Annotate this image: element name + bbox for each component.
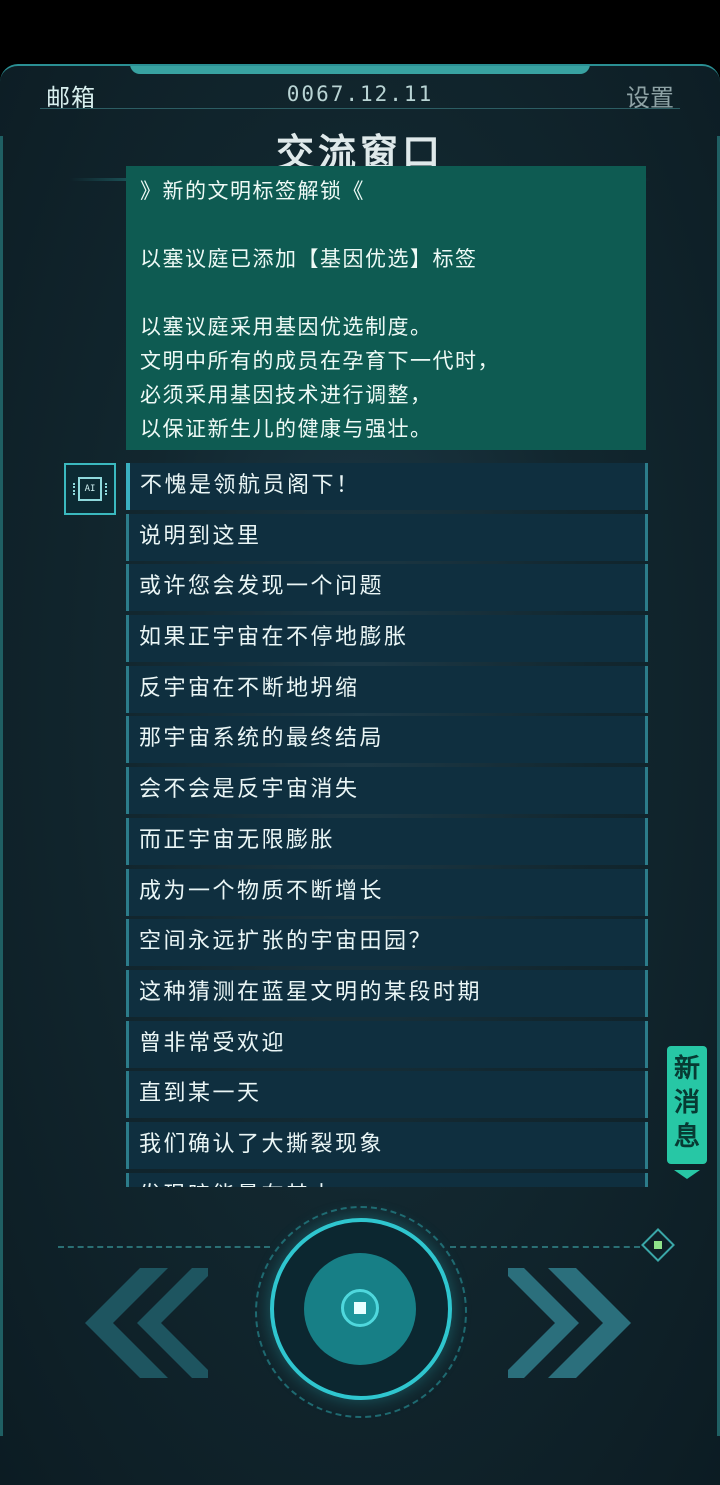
center-record-button-icon bbox=[354, 1302, 366, 1314]
message-item: 我们确认了大撕裂现象 bbox=[126, 1121, 648, 1169]
message-list[interactable]: 不愧是领航员阁下！ 说明到这里 或许您会发现一个问题 如果正宇宙在不停地膨胀 反… bbox=[126, 463, 648, 1187]
ai-avatar: AI bbox=[64, 463, 116, 515]
frame-left-edge bbox=[0, 136, 3, 1436]
message-item: 成为一个物质不断增长 bbox=[126, 868, 648, 916]
ai-chip-icon: AI bbox=[73, 477, 107, 501]
message-item: 或许您会发现一个问题 bbox=[126, 564, 648, 612]
diamond-indicator-dot bbox=[654, 1241, 662, 1249]
notice-paragraph-line: 必须采用基因技术进行调整， bbox=[140, 383, 433, 407]
new-message-button[interactable]: 新消息 bbox=[667, 1046, 707, 1164]
notice-heading: 》新的文明标签解锁《 bbox=[140, 179, 365, 203]
message-item: 不愧是领航员阁下！ bbox=[126, 463, 648, 510]
message-item: 反宇宙在不断地坍缩 bbox=[126, 665, 648, 713]
frame-top-accent bbox=[130, 66, 590, 74]
notice-paragraph-line: 以保证新生儿的健康与强壮。 bbox=[140, 417, 433, 441]
message-item: 这种猜测在蓝星文明的某段时期 bbox=[126, 969, 648, 1017]
message-item: 曾非常受欢迎 bbox=[126, 1020, 648, 1068]
message-item: 会不会是反宇宙消失 bbox=[126, 767, 648, 815]
message-item: 如果正宇宙在不停地膨胀 bbox=[126, 615, 648, 663]
notice-spacer bbox=[140, 276, 632, 310]
message-item: 那宇宙系统的最终结局 bbox=[126, 716, 648, 764]
message-item: 直到某一天 bbox=[126, 1071, 648, 1119]
notice-tag-added: 以塞议庭已添加【基因优选】标签 bbox=[140, 247, 478, 271]
header-divider bbox=[40, 108, 680, 109]
message-item: 而正宇宙无限膨胀 bbox=[126, 817, 648, 865]
message-item: 说明到这里 bbox=[126, 513, 648, 561]
message-item: 发现暗能量在其中 bbox=[126, 1172, 648, 1187]
notice-paragraph-line: 文明中所有的成员在孕育下一代时， bbox=[140, 349, 500, 373]
civilization-tag-notice: 》新的文明标签解锁《 以塞议庭已添加【基因优选】标签 以塞议庭采用基因优选制度。… bbox=[126, 166, 646, 450]
new-message-down-arrow-icon bbox=[674, 1170, 700, 1179]
double-chevron-right-icon[interactable] bbox=[508, 1268, 648, 1378]
notice-paragraph-line: 以塞议庭采用基因优选制度。 bbox=[140, 315, 433, 339]
status-bar-area bbox=[0, 0, 720, 64]
control-dashed-line-right bbox=[450, 1246, 640, 1248]
message-item: 空间永远扩张的宇宙田园？ bbox=[126, 919, 648, 967]
control-dashed-line-left bbox=[58, 1246, 270, 1248]
game-date: 0067.12.11 bbox=[286, 82, 434, 106]
double-chevron-left-icon[interactable] bbox=[68, 1268, 208, 1378]
notice-spacer bbox=[140, 208, 632, 242]
